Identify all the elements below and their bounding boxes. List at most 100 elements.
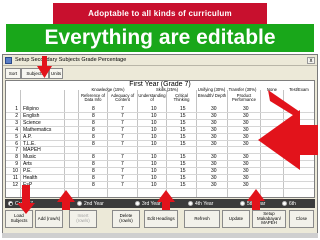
percentage-cell[interactable]: 8 <box>92 120 95 126</box>
percentage-cell[interactable]: 30 <box>211 120 217 126</box>
update-button[interactable]: Update <box>222 210 250 228</box>
tab-sort[interactable]: Sort <box>5 68 21 79</box>
close-button[interactable]: Close <box>289 210 314 228</box>
subject-cell[interactable]: P.E. <box>23 168 32 174</box>
percentage-cell[interactable]: 15 <box>180 182 186 188</box>
percentage-cell[interactable]: 30 <box>243 120 249 126</box>
subject-cell[interactable]: Music <box>23 154 36 160</box>
percentage-cell[interactable]: 30 <box>243 168 249 174</box>
subject-cell[interactable]: Arts <box>23 161 32 167</box>
percentage-cell[interactable]: 30 <box>211 134 217 140</box>
add-rows-button[interactable]: Add (row/s) <box>35 210 63 228</box>
percentage-cell[interactable]: 7 <box>121 127 124 133</box>
delete-rows-button[interactable]: Delete (row/s) <box>112 210 140 228</box>
percentage-cell[interactable]: 30 <box>243 134 249 140</box>
radio-5th-year[interactable]: 5th Year <box>240 200 265 207</box>
refresh-button[interactable]: Refresh <box>184 210 220 228</box>
percentage-cell[interactable]: 15 <box>180 113 186 119</box>
percentage-cell[interactable]: 8 <box>92 141 95 147</box>
percentage-cell[interactable]: 10 <box>151 134 157 140</box>
percentage-cell[interactable]: 30 <box>243 127 249 133</box>
percentage-cell[interactable]: 15 <box>180 120 186 126</box>
subject-cell[interactable]: Filipino <box>23 106 39 112</box>
percentage-cell[interactable]: 30 <box>243 182 249 188</box>
subject-cell[interactable]: English <box>23 113 39 119</box>
percentage-cell[interactable]: 15 <box>180 154 186 160</box>
percentage-cell[interactable]: 10 <box>151 141 157 147</box>
percentage-cell[interactable]: 10 <box>151 154 157 160</box>
percentage-cell[interactable]: 8 <box>92 113 95 119</box>
setup-makabayan-button[interactable]: Setup Makabayan/ MAPEH <box>252 210 286 228</box>
percentage-cell[interactable]: 30 <box>211 154 217 160</box>
load-subjects-button[interactable]: Load Subjects <box>5 210 33 228</box>
percentage-cell[interactable]: 30 <box>211 161 217 167</box>
edit-headings-button[interactable]: Edit Headings <box>144 210 178 228</box>
percentage-cell[interactable]: 15 <box>180 161 186 167</box>
radio-icon <box>135 201 140 206</box>
radio-4th-year[interactable]: 4th Year <box>188 200 213 207</box>
subject-cell[interactable]: A.P. <box>23 134 32 140</box>
percentage-cell[interactable]: 15 <box>180 141 186 147</box>
percentage-cell[interactable]: 30 <box>243 154 249 160</box>
percentage-cell[interactable]: 8 <box>92 175 95 181</box>
percentage-cell[interactable]: 10 <box>151 161 157 167</box>
percentage-cell[interactable]: 30 <box>243 113 249 119</box>
percentage-cell[interactable]: 8 <box>92 161 95 167</box>
percentage-cell[interactable]: 8 <box>92 182 95 188</box>
subject-cell[interactable]: EsP <box>23 182 32 188</box>
subject-cell[interactable]: Health <box>23 175 37 181</box>
percentage-cell[interactable]: 10 <box>151 106 157 112</box>
percentage-cell[interactable]: 7 <box>121 175 124 181</box>
percentage-cell[interactable]: 10 <box>151 182 157 188</box>
percentage-cell[interactable]: 7 <box>121 161 124 167</box>
radio-6th[interactable]: 6th <box>282 200 296 207</box>
percentage-cell[interactable]: 30 <box>211 106 217 112</box>
percentage-cell[interactable]: 30 <box>243 106 249 112</box>
percentage-cell[interactable]: 30 <box>211 182 217 188</box>
insert-rows-button[interactable]: Insert (row/s) <box>69 210 97 228</box>
percentage-cell[interactable]: 15 <box>180 134 186 140</box>
subject-cell[interactable]: Science <box>23 120 41 126</box>
percentage-cell[interactable]: 7 <box>121 168 124 174</box>
percentage-cell[interactable]: 7 <box>121 182 124 188</box>
percentage-cell[interactable]: 30 <box>211 168 217 174</box>
percentage-cell[interactable]: 30 <box>211 127 217 133</box>
percentage-cell[interactable]: 8 <box>92 106 95 112</box>
percentage-cell[interactable]: 8 <box>92 127 95 133</box>
subject-cell[interactable]: Mathematics <box>23 127 51 133</box>
percentage-cell[interactable]: 7 <box>121 120 124 126</box>
percentage-cell[interactable]: 30 <box>243 175 249 181</box>
percentage-cell[interactable]: 15 <box>180 106 186 112</box>
percentage-cell[interactable]: 10 <box>151 168 157 174</box>
percentage-cell[interactable]: 7 <box>121 113 124 119</box>
percentage-cell[interactable]: 10 <box>151 127 157 133</box>
subject-cell[interactable]: T.L.E. <box>23 141 36 147</box>
tab-units[interactable]: Units <box>49 68 63 79</box>
tab-subjects[interactable]: Subjects <box>21 68 49 79</box>
window-titlebar[interactable]: Setup Secondary Subjects Grade Percentag… <box>3 55 317 66</box>
subheader-critical-thinking: Critical Thinking <box>173 93 190 103</box>
percentage-cell[interactable]: 30 <box>243 161 249 167</box>
subject-cell[interactable]: MAPEH <box>23 147 41 153</box>
radio-3rd-year[interactable]: 3rd Year <box>135 200 161 207</box>
percentage-cell[interactable]: 7 <box>121 106 124 112</box>
radio-2nd-year[interactable]: 2nd Year <box>77 200 104 207</box>
percentage-cell[interactable]: 30 <box>243 141 249 147</box>
radio-grade-7[interactable]: Grade 7 <box>8 200 33 207</box>
percentage-cell[interactable]: 30 <box>211 113 217 119</box>
percentage-cell[interactable]: 8 <box>92 154 95 160</box>
percentage-cell[interactable]: 10 <box>151 120 157 126</box>
percentage-cell[interactable]: 7 <box>121 154 124 160</box>
percentage-cell[interactable]: 10 <box>151 175 157 181</box>
percentage-cell[interactable]: 30 <box>211 141 217 147</box>
percentage-cell[interactable]: 15 <box>180 175 186 181</box>
percentage-cell[interactable]: 7 <box>121 134 124 140</box>
percentage-cell[interactable]: 30 <box>211 175 217 181</box>
percentage-cell[interactable]: 8 <box>92 168 95 174</box>
percentage-cell[interactable]: 8 <box>92 134 95 140</box>
window-close-button[interactable]: x <box>307 56 315 64</box>
percentage-cell[interactable]: 7 <box>121 141 124 147</box>
percentage-cell[interactable]: 15 <box>180 127 186 133</box>
percentage-cell[interactable]: 15 <box>180 168 186 174</box>
percentage-cell[interactable]: 10 <box>151 113 157 119</box>
